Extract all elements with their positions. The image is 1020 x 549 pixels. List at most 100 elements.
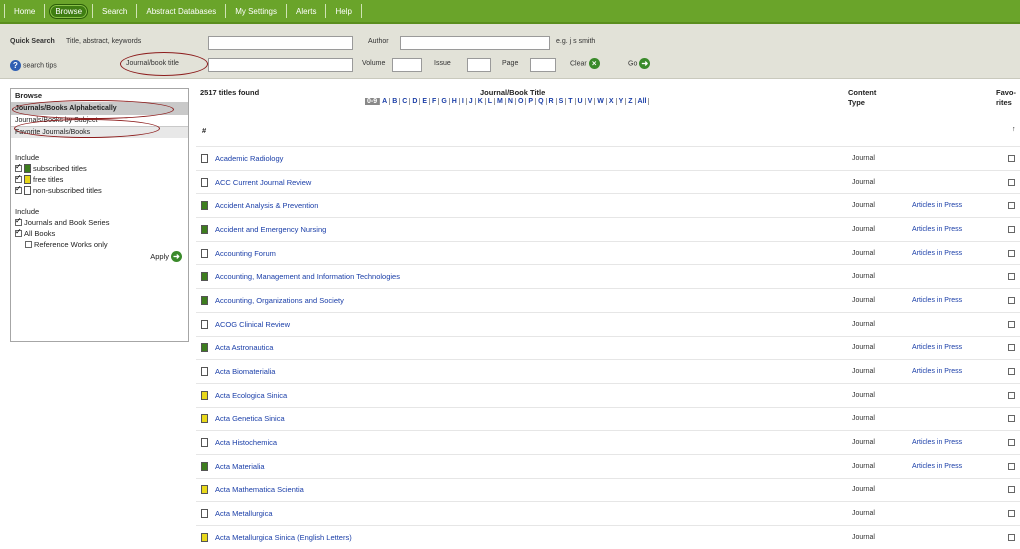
journal-title-link[interactable]: ACC Current Journal Review [215,178,311,187]
journal-title-link[interactable]: Accounting, Management and Information T… [215,272,400,281]
clear-button[interactable]: Clear × [570,58,600,69]
alpha-letter-e[interactable]: E [420,98,431,105]
favorite-checkbox[interactable] [1008,486,1015,494]
articles-in-press-link[interactable]: Articles in Press [912,344,962,351]
favorite-checkbox[interactable] [1008,368,1015,376]
favorite-checkbox[interactable] [1008,415,1015,423]
alpha-letter-v[interactable]: V [586,98,596,105]
alpha-letter-u[interactable]: U [576,98,586,105]
favorite-checkbox[interactable] [1008,533,1015,541]
journal-title-link[interactable]: Accounting Forum [215,249,276,258]
journal-title-input[interactable] [208,58,353,72]
alpha-letter-y[interactable]: Y [617,98,627,105]
alpha-letter-o[interactable]: O [516,98,527,105]
alpha-letter-r[interactable]: R [547,98,557,105]
favorite-checkbox[interactable] [1008,225,1015,233]
nav-tab-home[interactable]: Home [9,5,40,18]
articles-in-press-link[interactable]: Articles in Press [912,439,962,446]
alpha-letter-0-9[interactable]: 0-9 [365,98,381,105]
alpha-letter-z[interactable]: Z [626,98,636,105]
journal-title-link[interactable]: ACOG Clinical Review [215,320,290,329]
page-input[interactable] [530,58,556,72]
volume-input[interactable] [392,58,422,72]
alpha-letter-i[interactable]: I [460,98,467,105]
filter-checkbox[interactable] [15,173,22,183]
alpha-letter-x[interactable]: X [607,98,617,105]
favorite-checkbox[interactable] [1008,462,1015,470]
journal-title-link[interactable]: Acta Biomaterialia [215,367,275,376]
alpha-letter-all[interactable]: All [636,98,650,105]
articles-in-press-link[interactable]: Articles in Press [912,202,962,209]
nav-tab-my-settings[interactable]: My Settings [230,5,282,18]
author-input[interactable] [400,36,550,50]
search-tips-link[interactable]: ? search tips [10,60,57,71]
favorite-checkbox[interactable] [1008,320,1015,328]
journal-title-link[interactable]: Accident and Emergency Nursing [215,225,326,234]
alpha-letter-c[interactable]: C [400,98,411,105]
journal-title-link[interactable]: Acta Mathematica Scientia [215,485,304,494]
issue-input[interactable] [467,58,491,72]
include-type-filter-0[interactable]: Journals and Book Series [11,216,188,228]
alpha-letter-d[interactable]: D [410,98,421,105]
include-filter-0[interactable]: subscribed titles [11,162,188,174]
favorite-checkbox[interactable] [1008,510,1015,518]
filter-checkbox[interactable] [15,184,22,194]
alpha-letter-s[interactable]: S [557,98,567,105]
alpha-letter-f[interactable]: F [430,98,440,105]
type-checkbox[interactable] [15,227,22,237]
alpha-letter-j[interactable]: J [467,98,476,105]
favorite-checkbox[interactable] [1008,391,1015,399]
articles-in-press-link[interactable]: Articles in Press [912,226,962,233]
favorite-checkbox[interactable] [1008,249,1015,257]
alpha-letter-p[interactable]: P [526,98,537,105]
alpha-letter-q[interactable]: Q [536,98,547,105]
include-filter-2[interactable]: non-subscribed titles [11,184,188,196]
alpha-letter-w[interactable]: W [595,98,607,105]
include-type-filter-1[interactable]: All Books [11,227,188,239]
alpha-letter-t[interactable]: T [566,98,576,105]
alpha-letter-b[interactable]: B [390,98,401,105]
articles-in-press-link[interactable]: Articles in Press [912,250,962,257]
sidebar-item-journals-books-by-subject[interactable]: Journals/Books by Subject [11,114,188,126]
journal-title-link[interactable]: Acta Metallurgica [215,509,273,518]
include-type-filter-2[interactable]: Reference Works only [11,239,188,250]
articles-in-press-link[interactable]: Articles in Press [912,297,962,304]
nav-tab-abstract-databases[interactable]: Abstract Databases [141,5,221,18]
journal-title-link[interactable]: Acta Astronautica [215,343,273,352]
alpha-letter-n[interactable]: N [506,98,516,105]
journal-title-link[interactable]: Academic Radiology [215,154,283,163]
sidebar-item-journals-books-alphabetically[interactable]: Journals/Books Alphabetically [11,102,188,114]
favorite-checkbox[interactable] [1008,178,1015,186]
nav-tab-search[interactable]: Search [97,5,132,18]
nav-tab-help[interactable]: Help [330,5,356,18]
alpha-letter-l[interactable]: L [486,98,496,105]
favorite-checkbox[interactable] [1008,296,1015,304]
alpha-letter-m[interactable]: M [495,98,506,105]
filter-checkbox[interactable] [15,162,22,172]
articles-in-press-link[interactable]: Articles in Press [912,463,962,470]
favorite-checkbox[interactable] [1008,202,1015,210]
journal-title-link[interactable]: Acta Ecologica Sinica [215,391,287,400]
sidebar-item-favorite-journals-books[interactable]: Favorite Journals/Books [11,126,188,138]
nav-tab-alerts[interactable]: Alerts [291,5,321,18]
alpha-letter-a[interactable]: A [380,98,391,105]
alpha-letter-k[interactable]: K [476,98,486,105]
apply-button[interactable]: Apply ➜ [11,250,188,263]
favorite-checkbox[interactable] [1008,273,1015,281]
type-checkbox[interactable] [15,216,22,226]
journal-title-link[interactable]: Acta Materialia [215,462,265,471]
favorite-checkbox[interactable] [1008,344,1015,352]
go-button[interactable]: Go ➜ [628,58,651,69]
journal-title-link[interactable]: Acta Histochemica [215,438,277,447]
keywords-input[interactable] [208,36,353,50]
nav-tab-browse[interactable]: Browse [49,3,89,19]
journal-title-link[interactable]: Acta Metallurgica Sinica (English Letter… [215,533,352,542]
alpha-letter-h[interactable]: H [450,98,460,105]
alpha-letter-g[interactable]: G [439,98,450,105]
favorite-checkbox[interactable] [1008,154,1015,162]
journal-title-link[interactable]: Accounting, Organizations and Society [215,296,344,305]
type-checkbox[interactable] [25,241,32,248]
include-filter-1[interactable]: free titles [11,173,188,185]
journal-title-link[interactable]: Acta Genetica Sinica [215,414,285,423]
articles-in-press-link[interactable]: Articles in Press [912,368,962,375]
